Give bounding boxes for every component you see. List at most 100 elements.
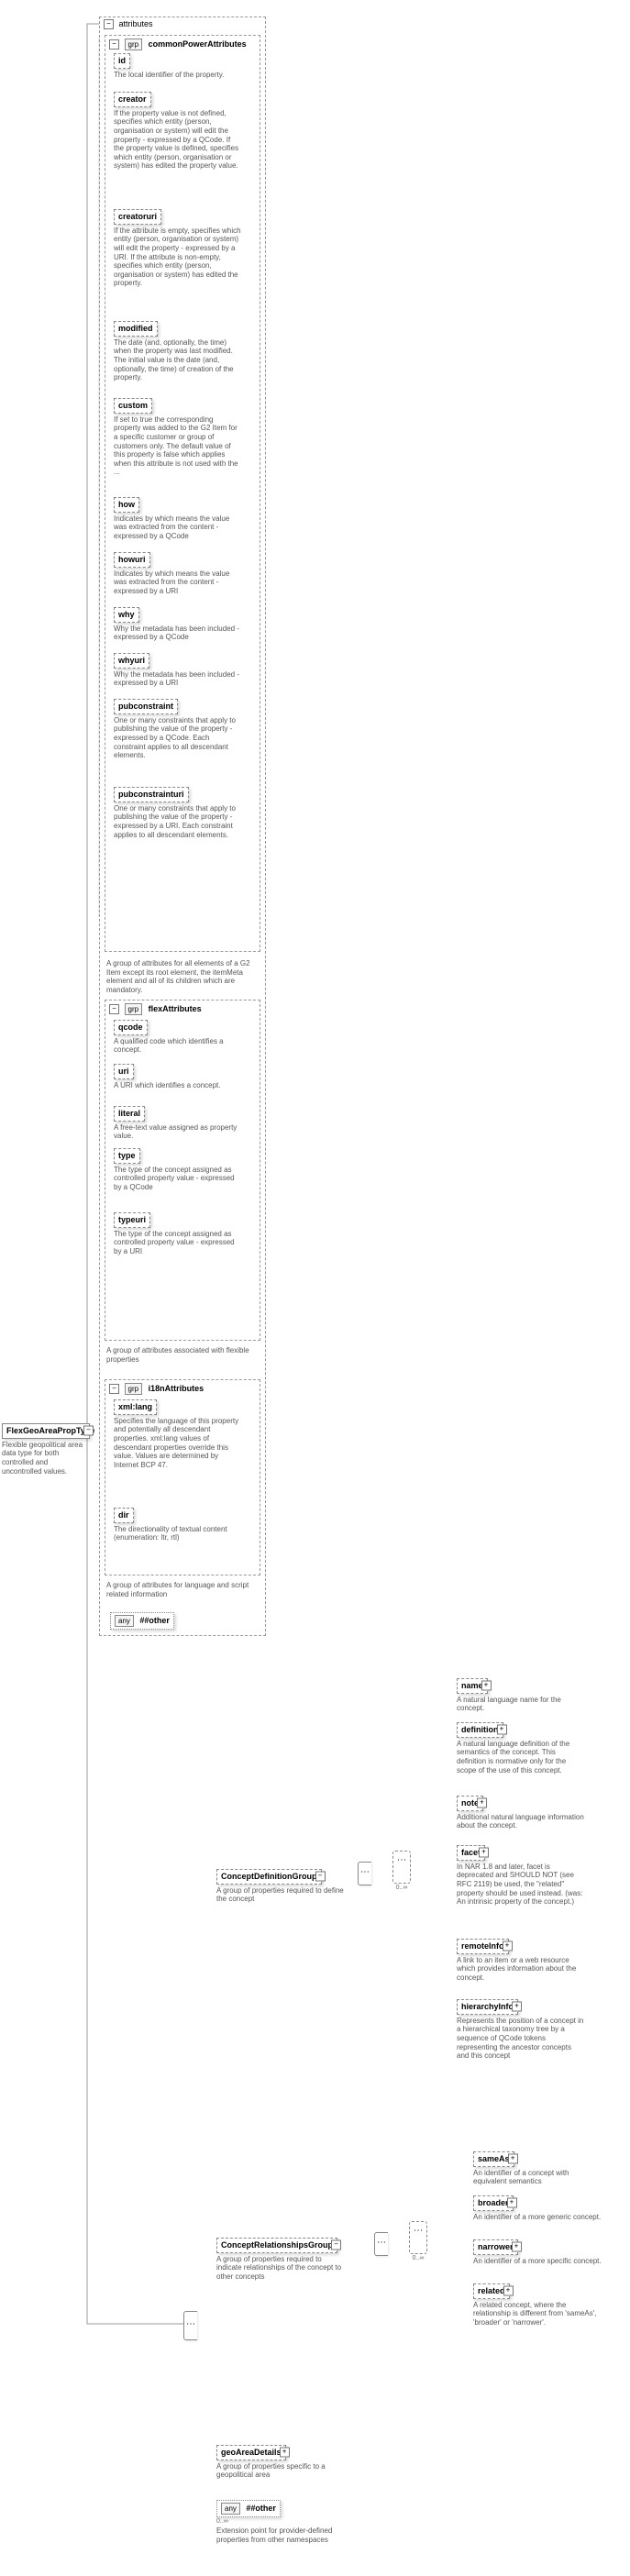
attr-label: howuri: [118, 555, 146, 564]
attr-label: qcode: [118, 1023, 143, 1032]
child-remoteInfo: remoteInfo +: [457, 1939, 509, 1954]
attr-desc: The local identifier of the property.: [114, 71, 242, 80]
expand-icon[interactable]: +: [497, 1725, 507, 1735]
attr-pubconstrainturi: pubconstrainturi: [114, 787, 189, 802]
expand-icon[interactable]: +: [479, 1848, 489, 1858]
attr-label: how: [118, 500, 135, 509]
collapse-icon[interactable]: −: [104, 19, 114, 29]
expand-icon[interactable]: +: [477, 1798, 487, 1808]
root-type-box: FlexGeoAreaPropType −: [2, 1423, 90, 1439]
attr-label: uri: [118, 1067, 129, 1076]
attr-desc: One or many constraints that apply to pu…: [114, 716, 242, 760]
expand-icon[interactable]: −: [83, 1426, 94, 1436]
root-type-desc: Flexible geopolitical area data type for…: [2, 1441, 90, 1476]
collapse-icon[interactable]: −: [109, 39, 119, 50]
attr-label: id: [118, 56, 126, 65]
attr-desc: Specifies the language of this property …: [114, 1417, 242, 1470]
any-prefix: any: [221, 2503, 240, 2515]
child-label: definition: [461, 1725, 499, 1734]
attr-label: pubconstrainturi: [118, 790, 184, 799]
group-desc: A group of properties required to indica…: [216, 2255, 345, 2282]
attr-pubconstraint: pubconstraint: [114, 699, 178, 714]
attr-desc: Why the metadata has been included - exp…: [114, 625, 242, 642]
child-name: name +: [457, 1678, 488, 1694]
attr-creatoruri: creatoruri: [114, 209, 161, 225]
expand-icon[interactable]: +: [481, 1681, 492, 1691]
group-title: flexAttributes: [149, 1004, 202, 1013]
expand-icon[interactable]: +: [507, 2198, 517, 2208]
child-desc: In NAR 1.8 and later, facet is deprecate…: [457, 1863, 585, 1907]
expand-icon[interactable]: +: [512, 2242, 522, 2252]
group-name: ConceptDefinitionGroup: [221, 1872, 317, 1881]
child-desc: Represents the position of a concept in …: [457, 2017, 585, 2061]
attr-dir: dir: [114, 1508, 134, 1523]
child-definition: definition +: [457, 1722, 503, 1738]
child-desc: A related concept, where the relationshi…: [473, 2301, 602, 2327]
expand-icon[interactable]: +: [503, 1941, 513, 1951]
group-title: commonPowerAttributes: [149, 39, 247, 49]
child-label: hierarchyInfo: [461, 2002, 514, 2011]
geo-area-details: geoAreaDetails +: [216, 2445, 286, 2460]
any-other-element: any ##other: [216, 2500, 281, 2517]
root-type-label: FlexGeoAreaPropType: [6, 1426, 94, 1435]
expand-icon[interactable]: −: [331, 2240, 341, 2250]
attr-whyuri: whyuri: [114, 653, 149, 669]
child-desc: Additional natural language information …: [457, 1813, 585, 1830]
child-narrower: narrower +: [473, 2239, 518, 2255]
attr-desc: If set to true the corresponding propert…: [114, 415, 242, 477]
attr-desc: A URI which identifies a concept.: [114, 1081, 242, 1090]
child-label: related: [478, 2286, 505, 2295]
element-desc: Extension point for provider-defined pro…: [216, 2526, 345, 2544]
child-desc: A natural language name for the concept.: [457, 1696, 585, 1713]
attr-literal: literal: [114, 1106, 145, 1122]
attr-label: dir: [118, 1510, 129, 1520]
collapse-icon[interactable]: −: [109, 1004, 119, 1014]
multiplicity: 0..∞: [392, 1885, 411, 1891]
attr-desc: A qualified code which identifies a conc…: [114, 1037, 242, 1055]
grp-tag: grp: [125, 39, 143, 50]
attr-id: id: [114, 53, 130, 69]
attr-label: modified: [118, 324, 153, 333]
attr-desc: The type of the concept assigned as cont…: [114, 1166, 242, 1192]
any-prefix: any: [115, 1615, 134, 1627]
child-broader: broader +: [473, 2195, 514, 2211]
child-label: facet: [461, 1848, 481, 1857]
attr-modified: modified: [114, 321, 158, 337]
child-desc: An identifier of a concept with equivale…: [473, 2169, 602, 2186]
sequence-connector: ⋯: [183, 2311, 197, 2340]
attr-desc: If the attribute is empty, specifies whi…: [114, 227, 242, 288]
attr-label: typeuri: [118, 1215, 146, 1224]
multiplicity: 0..∞: [216, 2518, 345, 2525]
sequence-connector: ⋯: [374, 2232, 388, 2256]
child-label: sameAs: [478, 2154, 510, 2163]
attr-howuri: howuri: [114, 552, 150, 568]
concept-definition-group: ConceptDefinitionGroup −: [216, 1869, 322, 1885]
attr-uri: uri: [114, 1064, 134, 1079]
expand-icon[interactable]: +: [280, 2448, 290, 2458]
attr-desc: The type of the concept assigned as cont…: [114, 1230, 242, 1256]
expand-icon[interactable]: −: [315, 1872, 326, 1882]
group-title: i18nAttributes: [149, 1384, 204, 1393]
attr-label: type: [118, 1151, 136, 1160]
attr-label: creatoruri: [118, 212, 157, 221]
expand-icon[interactable]: +: [508, 2154, 518, 2164]
child-desc: A natural language definition of the sem…: [457, 1740, 585, 1774]
attr-creator: creator: [114, 92, 151, 107]
child-related: related +: [473, 2283, 510, 2299]
attr-typeuri: typeuri: [114, 1212, 150, 1228]
attr-label: pubconstraint: [118, 702, 173, 711]
attr-qcode: qcode: [114, 1020, 148, 1035]
expand-icon[interactable]: +: [503, 2286, 514, 2296]
child-facet: facet +: [457, 1845, 485, 1861]
child-label: remoteInfo: [461, 1941, 504, 1951]
collapse-icon[interactable]: −: [109, 1384, 119, 1394]
attr-label: whyuri: [118, 656, 145, 665]
attr-why: why: [114, 607, 139, 623]
attr-label: xml:lang: [118, 1402, 152, 1411]
attr-desc: A free-text value assigned as property v…: [114, 1123, 242, 1141]
attr-desc: Why the metadata has been included - exp…: [114, 670, 242, 688]
expand-icon[interactable]: +: [512, 2002, 522, 2012]
attr-xml:lang: xml:lang: [114, 1399, 157, 1415]
child-desc: An identifier of a more specific concept…: [473, 2257, 602, 2266]
attributes-label: attributes: [119, 19, 153, 28]
